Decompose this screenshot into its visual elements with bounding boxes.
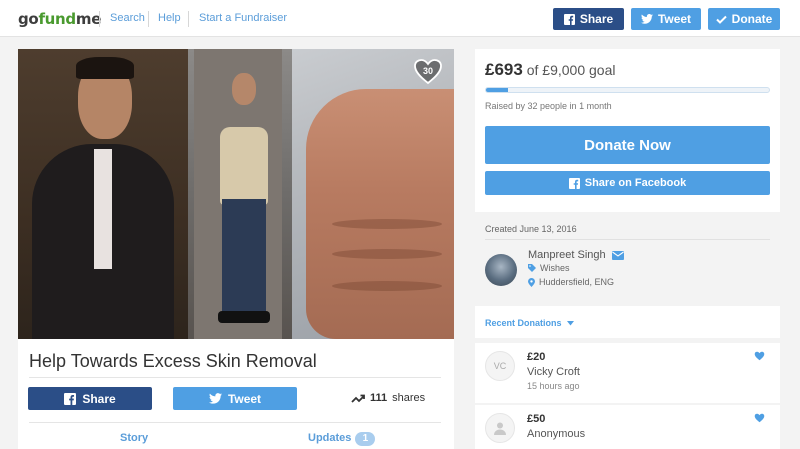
divider	[29, 422, 441, 423]
goal-progress-bar	[485, 87, 770, 93]
nav-divider	[188, 11, 189, 27]
nav-divider	[99, 11, 100, 27]
header-donate-label: Donate	[731, 12, 773, 26]
favorite-heart-button[interactable]: 30	[413, 58, 443, 85]
raised-by-text: Raised by 32 people in 1 month	[485, 101, 612, 111]
donor-name: Anonymous	[527, 428, 586, 440]
organizer-name-row: Manpreet Singh	[528, 249, 624, 261]
gofundme-logo[interactable]: gofundme	[18, 10, 101, 28]
donor-avatar: VC	[485, 351, 515, 381]
recent-donations-dropdown[interactable]: Recent Donations	[485, 318, 574, 328]
share-on-facebook-label: Share on Facebook	[584, 177, 687, 189]
heart-icon[interactable]	[754, 413, 765, 423]
tab-updates[interactable]: Updates 1	[308, 432, 376, 446]
photo-panel-skin	[292, 49, 454, 339]
goal-progress-fill	[486, 88, 508, 92]
nav-help-link[interactable]: Help	[158, 12, 181, 24]
trending-up-icon	[351, 394, 365, 403]
header-share-label: Share	[579, 12, 614, 26]
heart-icon[interactable]	[754, 351, 765, 361]
nav-start-fundraiser-link[interactable]: Start a Fundraiser	[199, 12, 287, 24]
shares-count: 111	[370, 392, 388, 404]
nav-divider	[148, 11, 149, 27]
amount-raised: £693 of £9,000 goal	[485, 60, 615, 80]
donor-name: Vicky Croft	[527, 366, 580, 378]
campaign-tweet-label: Tweet	[227, 391, 262, 406]
logo-go-text: go	[18, 10, 39, 28]
organizer-avatar[interactable]	[485, 254, 517, 286]
header-tweet-label: Tweet	[657, 12, 692, 26]
organizer-section: Created June 13, 2016 Manpreet Singh Wis…	[475, 212, 780, 304]
created-date: Created June 13, 2016	[485, 224, 577, 234]
campaign-title: Help Towards Excess Skin Removal	[29, 351, 317, 371]
tag-icon	[528, 264, 536, 272]
nav-search-link[interactable]: Search	[110, 12, 145, 24]
shares-counter: 111 shares	[351, 392, 425, 404]
twitter-icon	[208, 393, 222, 404]
updates-count-badge: 1	[355, 432, 376, 446]
header-donate-button[interactable]: Donate	[708, 8, 780, 30]
organizer-category-label[interactable]: Wishes	[540, 263, 570, 273]
donation-item: £50 Anonymous	[475, 405, 780, 449]
raised-amount: £693	[485, 60, 523, 79]
donation-time: 15 hours ago	[527, 381, 580, 391]
organizer-location-label: Huddersfield, ENG	[539, 277, 615, 287]
campaign-share-button[interactable]: Share	[28, 387, 152, 410]
donation-goal-card: £693 of £9,000 goal Raised by 32 people …	[475, 49, 780, 212]
recent-donations-label: Recent Donations	[485, 318, 562, 328]
organizer-name[interactable]: Manpreet Singh	[528, 249, 606, 261]
logo-fund-text: fund	[38, 10, 76, 28]
donation-item: VC £20 Vicky Croft 15 hours ago	[475, 343, 780, 403]
campaign-tweet-button[interactable]: Tweet	[173, 387, 297, 410]
facebook-icon	[64, 392, 77, 405]
campaign-details-card: Help Towards Excess Skin Removal Share T…	[18, 339, 454, 449]
envelope-icon[interactable]	[611, 250, 624, 260]
recent-donations-header: Recent Donations	[475, 306, 780, 338]
campaign-share-label: Share	[82, 391, 116, 406]
campaign-photo: 30	[18, 49, 454, 339]
goal-text: of £9,000 goal	[526, 62, 616, 78]
facebook-icon	[563, 13, 575, 25]
header-tweet-button[interactable]: Tweet	[631, 8, 701, 30]
map-pin-icon	[528, 277, 535, 287]
shares-label: shares	[392, 392, 426, 404]
checkmark-icon	[715, 15, 727, 24]
user-icon	[494, 422, 506, 435]
header-share-button[interactable]: Share	[553, 8, 624, 30]
anonymous-donor-avatar	[485, 413, 515, 443]
heart-count: 30	[422, 65, 433, 76]
facebook-icon	[568, 177, 580, 189]
tab-story[interactable]: Story	[120, 432, 148, 444]
photo-panel-before	[18, 49, 188, 339]
photo-panel-after	[188, 49, 292, 339]
organizer-location: Huddersfield, ENG	[528, 277, 614, 287]
divider	[485, 239, 770, 240]
chevron-down-icon	[566, 320, 574, 325]
donate-now-button[interactable]: Donate Now	[485, 126, 770, 164]
divider	[29, 377, 441, 378]
twitter-icon	[640, 14, 653, 24]
donation-amount: £50	[527, 413, 546, 425]
top-navigation-bar: gofundme Search Help Start a Fundraiser …	[0, 0, 800, 37]
organizer-category: Wishes	[528, 263, 570, 273]
logo-me-text: me	[75, 10, 102, 28]
tab-updates-label: Updates	[308, 432, 352, 444]
donation-amount: £20	[527, 351, 546, 363]
share-on-facebook-button[interactable]: Share on Facebook	[485, 171, 770, 195]
